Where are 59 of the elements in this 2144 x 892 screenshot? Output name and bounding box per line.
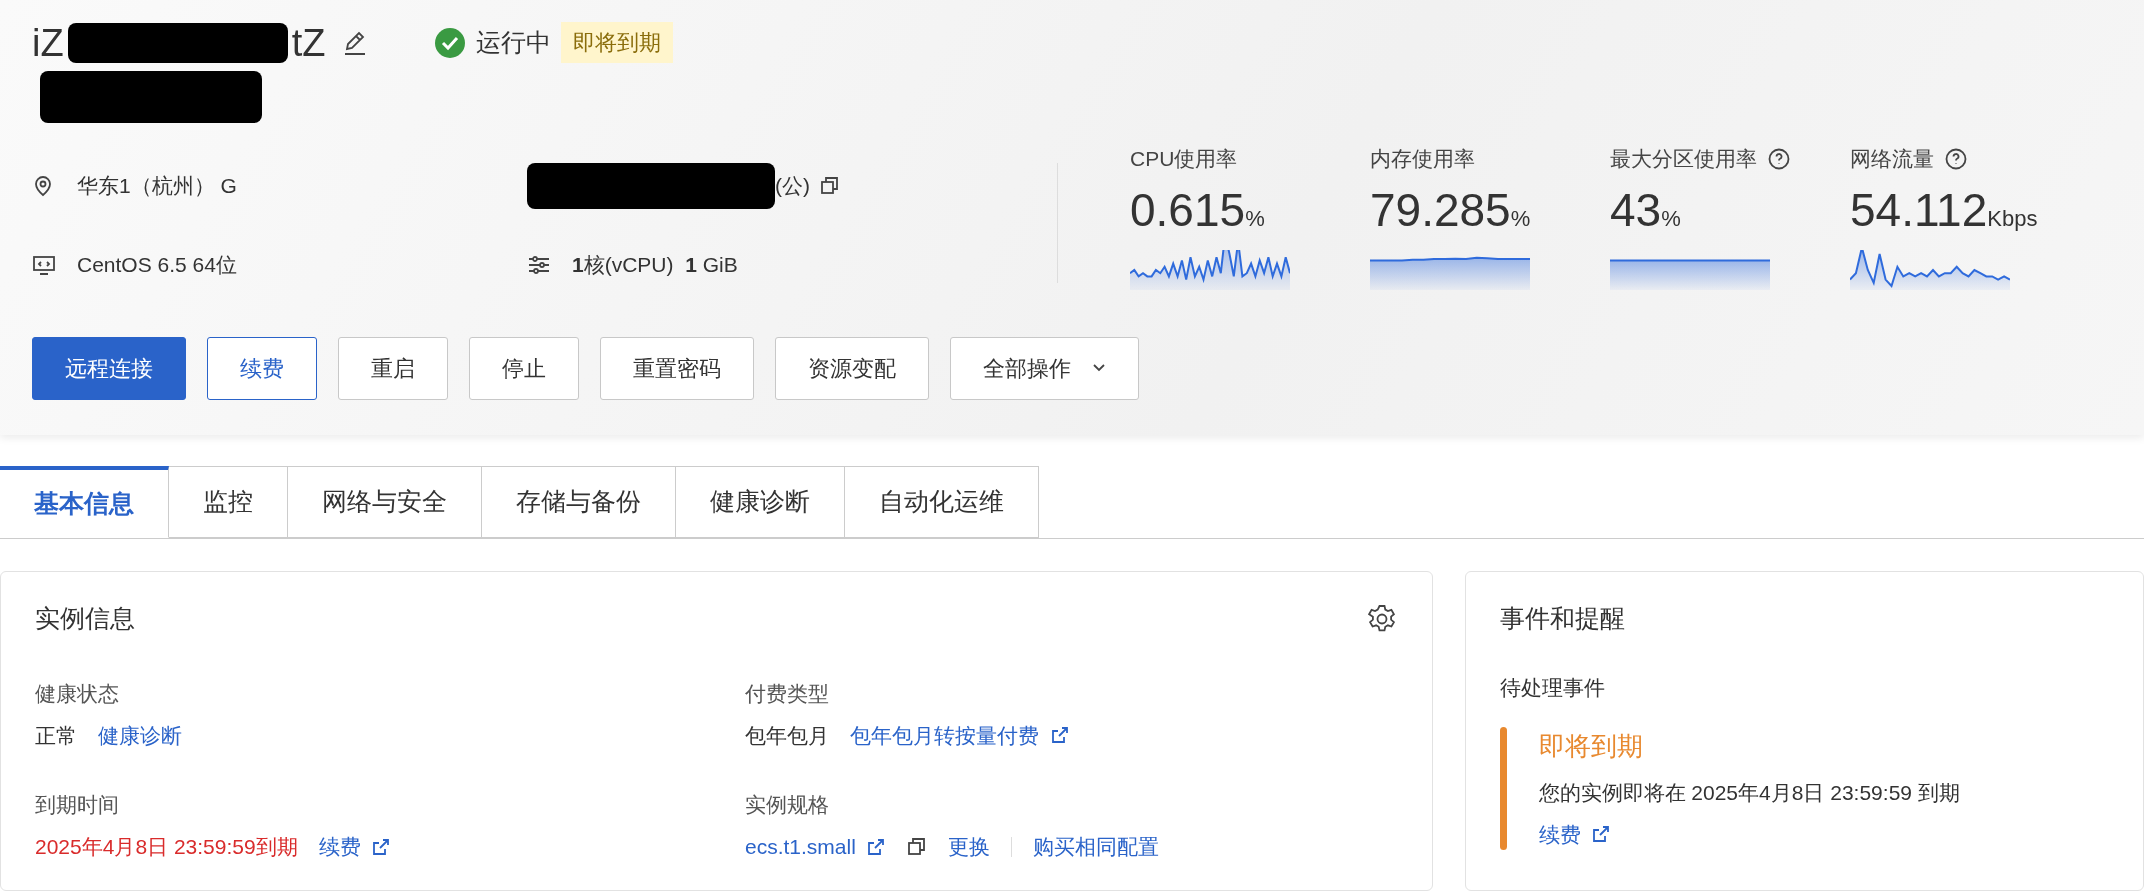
metric-label: 最大分区使用率 (1610, 146, 1757, 172)
status-text: 运行中 (475, 26, 551, 58)
action-button[interactable]: 重置密码 (600, 336, 754, 400)
action-button[interactable]: 资源变配 (775, 336, 929, 400)
caret-icon (1092, 363, 1106, 373)
action-button[interactable]: 远程连接 (32, 336, 186, 400)
metric-unit: Kbps (1987, 205, 2038, 233)
copy-icon[interactable] (820, 176, 840, 196)
field-label: 到期时间 (35, 792, 120, 818)
ip-type-label: (公) (775, 173, 810, 200)
card-title: 事件和提醒 (1500, 603, 1626, 634)
link[interactable]: 续费 (318, 831, 392, 863)
sliders-icon (527, 253, 551, 276)
metric-unit: % (1510, 206, 1531, 233)
info-text: 1核(vCPU) 1 GiB (572, 252, 738, 278)
field-label: 健康状态 (35, 680, 120, 707)
tab[interactable]: 监控 (169, 466, 288, 538)
instance-title: tZ (291, 23, 326, 62)
info-text: 华东1（杭州） G (77, 173, 237, 200)
action-button[interactable]: 停止 (469, 336, 579, 400)
metric-unit: % (1661, 205, 1681, 233)
action-button[interactable]: 续费 (207, 336, 317, 400)
check-circle-icon (435, 27, 466, 58)
metric-label: CPU使用率 (1130, 146, 1238, 172)
tab[interactable]: 健康诊断 (676, 466, 845, 538)
copy-icon[interactable] (907, 836, 928, 857)
external-link-icon (1591, 824, 1611, 845)
link[interactable]: 健康诊断 (98, 719, 182, 751)
link[interactable]: 包年包月转按量付费 (850, 719, 1070, 751)
expiry-badge: 即将到期 (561, 22, 674, 63)
link[interactable]: ecs.t1.small (745, 831, 887, 863)
field-value: 正常 (35, 722, 77, 749)
instance-title: iZ (32, 23, 64, 62)
metric-value: 43 (1610, 185, 1662, 236)
metric-label: 内存使用率 (1370, 146, 1475, 172)
info-text: CentOS 6.5 64位 (77, 252, 237, 278)
metric-value: 79.285 (1370, 185, 1511, 236)
field-value: 2025年4月8日 23:59:59到期 (35, 834, 298, 860)
dropdown-button[interactable]: 全部操作 (950, 336, 1139, 400)
link[interactable]: 续费 (1538, 818, 1611, 850)
field-value: 包年包月 (745, 722, 829, 749)
tab[interactable]: 存储与备份 (482, 466, 676, 538)
action-button[interactable]: 重启 (338, 336, 448, 400)
tab[interactable]: 自动化运维 (845, 466, 1039, 538)
metric-value: 54.112 (1850, 185, 1988, 236)
link[interactable]: 更换 (948, 831, 991, 863)
metric-label: 网络流量 (1850, 146, 1934, 172)
metric-value: 0.615 (1130, 185, 1246, 236)
event-message: 您的实例即将在 2025年4月8日 23:59:59 到期 (1538, 779, 1960, 806)
tab[interactable]: 网络与安全 (288, 466, 482, 538)
tab[interactable]: 基本信息 (0, 466, 169, 538)
field-label: 付费类型 (745, 680, 830, 707)
event-title: 即将到期 (1538, 730, 1644, 763)
field-label: 实例规格 (745, 792, 830, 818)
link[interactable]: 购买相同配置 (1033, 831, 1160, 863)
section-label: 待处理事件 (1500, 674, 1606, 701)
metric-unit: % (1245, 205, 1265, 233)
card-title: 实例信息 (35, 603, 135, 634)
monitor-code-icon (32, 253, 56, 276)
